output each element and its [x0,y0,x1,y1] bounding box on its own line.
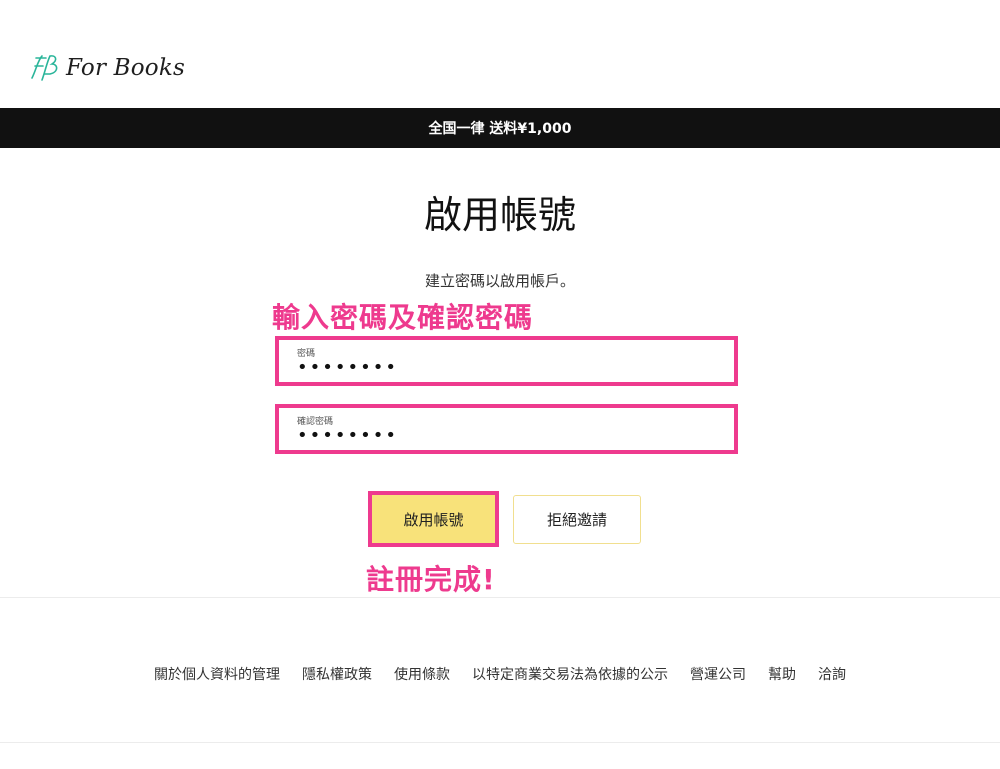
logo-text: For Books [66,55,185,81]
logo[interactable]: For Books [26,50,185,86]
footer-link-commercial-disclosure[interactable]: 以特定商業交易法為依據的公示 [472,664,668,684]
announcement-bar: 全国一律 送料¥1,000 [0,108,1000,148]
password-input[interactable]: •••••••• [297,357,697,378]
confirm-password-input[interactable]: •••••••• [297,425,697,446]
page-title: 啟用帳號 [423,193,576,237]
annotation-enter-password: 輸入密碼及確認密碼 [272,301,534,334]
footer-link-privacy-management[interactable]: 關於個人資料的管理 [154,664,280,684]
announcement-text: 全国一律 送料¥1,000 [428,121,572,137]
activate-account-label: 啟用帳號 [403,510,464,529]
footer-divider-bottom [0,742,1000,743]
password-field[interactable]: 密碼 •••••••• [275,336,738,386]
footer-link-company[interactable]: 營運公司 [690,664,746,684]
page-subtitle: 建立密碼以啟用帳戶。 [424,272,575,290]
footer-link-help[interactable]: 幫助 [768,664,796,684]
annotation-done: 註冊完成! [366,563,496,596]
confirm-password-field[interactable]: 確認密碼 •••••••• [275,404,738,454]
decline-invitation-button[interactable]: 拒絕邀請 [513,495,641,544]
footer-link-terms[interactable]: 使用條款 [394,664,450,684]
decline-invitation-label: 拒絕邀請 [546,511,607,529]
activate-account-button[interactable]: 啟用帳號 [368,491,499,547]
logo-mark-icon [31,55,58,81]
confirm-password-field-inner: 確認密碼 •••••••• [283,410,730,448]
footer-link-privacy-policy[interactable]: 隱私權政策 [302,664,372,684]
site-header: For Books [0,0,1000,108]
password-field-inner: 密碼 •••••••• [283,342,730,380]
footer-divider-top [0,597,1000,598]
footer-link-contact[interactable]: 洽詢 [818,664,846,684]
footer-nav: 關於個人資料的管理 隱私權政策 使用條款 以特定商業交易法為依據的公示 營運公司… [0,664,1000,684]
